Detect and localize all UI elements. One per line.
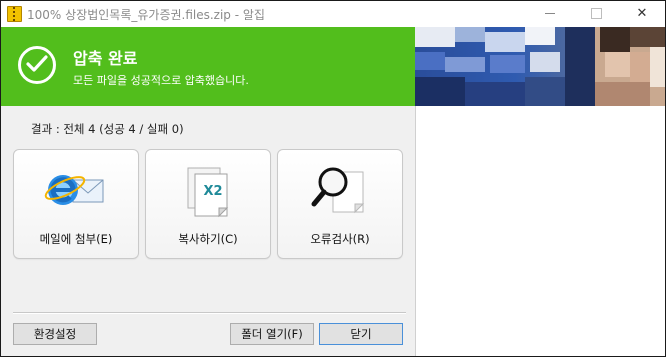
mail-ie-icon bbox=[43, 166, 109, 218]
close-button[interactable]: 닫기 bbox=[319, 323, 403, 345]
main-panel: 결과 : 전체 4 (성공 4 / 실패 0) 메일에 첨부(E) X2 복사하… bbox=[1, 106, 415, 356]
advertisement-image[interactable] bbox=[415, 27, 665, 106]
side-blank-area bbox=[415, 106, 665, 356]
title-bar: 100% 상장법인목록_유가증권.files.zip - 알집 ✕ bbox=[1, 1, 665, 27]
alzip-app-icon bbox=[7, 6, 22, 22]
error-check-button[interactable]: 오류검사(R) bbox=[277, 149, 403, 259]
copy-x2-icon: X2 bbox=[175, 166, 241, 218]
copy-button[interactable]: X2 복사하기(C) bbox=[145, 149, 271, 259]
window-title: 100% 상장법인목록_유가증권.files.zip - 알집 bbox=[27, 8, 265, 22]
maximize-icon bbox=[590, 8, 602, 19]
checkmark-icon bbox=[18, 46, 56, 84]
settings-button[interactable]: 환경설정 bbox=[13, 323, 97, 345]
divider-highlight bbox=[13, 313, 406, 314]
open-folder-button[interactable]: 폴더 열기(F) bbox=[230, 323, 314, 345]
magnifier-icon bbox=[307, 166, 373, 218]
error-check-label: 오류검사(R) bbox=[310, 232, 370, 246]
copy-label: 복사하기(C) bbox=[178, 232, 238, 246]
minimize-icon bbox=[545, 13, 555, 14]
banner-title: 압축 완료 bbox=[73, 49, 138, 68]
alzip-window: 100% 상장법인목록_유가증권.files.zip - 알집 ✕ 압축 완료 … bbox=[0, 0, 666, 357]
completion-banner: 압축 완료 모든 파일을 성공적으로 압축했습니다. bbox=[1, 27, 415, 106]
banner-subtitle: 모든 파일을 성공적으로 압축했습니다. bbox=[73, 74, 249, 87]
attach-to-mail-button[interactable]: 메일에 첨부(E) bbox=[13, 149, 139, 259]
close-window-button[interactable]: ✕ bbox=[619, 1, 665, 27]
copy-x2-badge: X2 bbox=[203, 184, 223, 199]
minimize-button[interactable] bbox=[527, 1, 573, 27]
attach-to-mail-label: 메일에 첨부(E) bbox=[39, 232, 113, 246]
maximize-button[interactable] bbox=[573, 1, 619, 27]
result-summary: 결과 : 전체 4 (성공 4 / 실패 0) bbox=[31, 122, 184, 136]
